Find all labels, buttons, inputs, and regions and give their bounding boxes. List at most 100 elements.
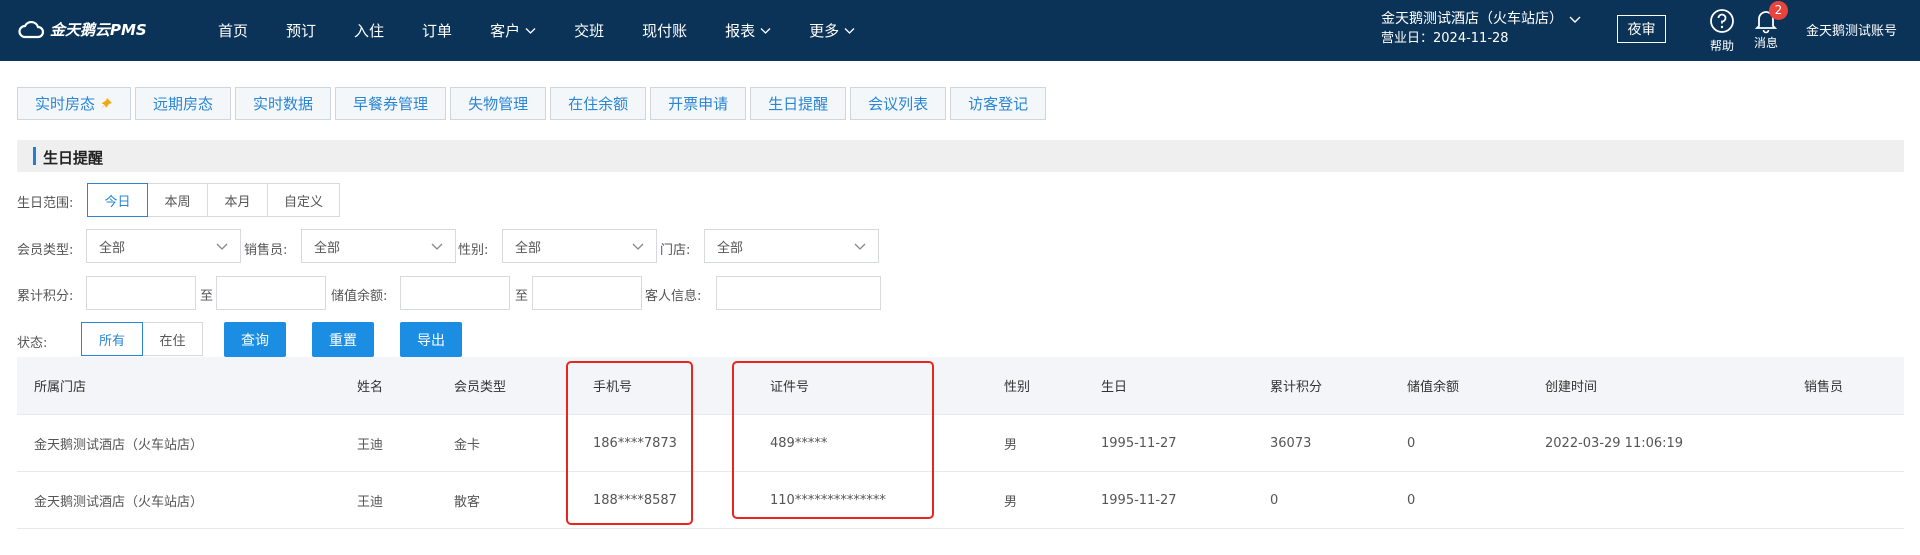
main-nav: 首页 预订 入住 订单 客户 交班 现付账 报表 更多 [218,0,893,61]
birthday-range-option[interactable]: 本月 [207,183,268,217]
hotel-switcher[interactable]: 金天鹅测试酒店（火车站店） 营业日：2024-11-28 [1381,10,1581,48]
nav-item-label: 现付账 [642,22,688,40]
chevron-down-icon [844,27,855,34]
column-header: 姓名 [357,380,384,395]
birthday-range-option[interactable]: 本周 [147,183,208,217]
birthday-range-option[interactable]: 今日 [87,183,148,217]
tab-item[interactable]: 会议列表 [850,87,947,120]
pin-icon[interactable] [99,97,113,111]
column-header: 性别 [1004,380,1031,395]
nav-item[interactable]: 更多 [809,20,855,41]
points-to-label: 至 [200,289,214,304]
tab-label: 会议列表 [868,95,929,113]
table-cell: 0 [1407,435,1416,451]
tab-label: 开票申请 [668,95,729,113]
gender-value: 全部 [515,240,542,256]
tab-item[interactable]: 生日提醒 [750,87,847,120]
store-select[interactable]: 全部 [704,229,879,263]
tab-item[interactable]: 实时数据 [235,87,332,120]
column-header: 会员类型 [454,380,507,395]
chevron-down-icon [1569,16,1581,23]
section-header: 生日提醒 [17,140,1904,172]
column-header: 生日 [1101,380,1128,395]
nav-item[interactable]: 现付账 [642,20,687,41]
tab-label: 实时数据 [253,95,314,113]
balance-min-input[interactable] [400,276,510,310]
salesperson-select[interactable]: 全部 [301,229,456,263]
table-row[interactable]: 金天鹅测试酒店（火车站店） 王迪 金卡 186****7873 489***** 男 199… [17,415,1904,472]
table-cell: 1995-11-27 [1101,492,1177,508]
cloud-logo-icon [18,20,44,38]
points-min-input[interactable] [86,276,196,310]
section-accent-bar [33,147,36,165]
messages-button[interactable]: 2 消息 [1746,1,1788,51]
store-label: 门店: [660,243,691,258]
section-title: 生日提醒 [43,149,104,167]
top-navbar: 金天鹅云PMS 首页 预订 入住 订单 客户 交班 现付账 报表 更多 金天鹅测试酒店（火车站店… [0,0,1920,61]
nav-item[interactable]: 入住 [354,20,384,41]
logo-text: 金天鹅云PMS [50,21,147,39]
balance-label: 储值余额: [331,289,388,304]
status-option[interactable]: 所有 [81,322,143,356]
tab-item[interactable]: 实时房态 [17,87,132,120]
table-cell: 王迪 [357,494,384,510]
gender-label: 性别: [458,243,489,258]
chevron-down-icon [854,243,866,250]
nav-item-label: 入住 [354,22,385,40]
birthday-table: 所属门店 姓名 会员类型 手机号 证件号 性别 生日 累计积分 储值余额 创建时间 销售员 金天鹅测… [17,357,1904,529]
status-selector: 所有 在住 [81,322,203,356]
export-button[interactable]: 导出 [400,322,462,357]
nav-item[interactable]: 交班 [574,20,604,41]
help-label: 帮助 [1709,39,1734,53]
query-button[interactable]: 查询 [224,322,286,357]
phone-column-highlight [566,361,693,525]
birthday-range-label: 生日范围: [17,196,74,211]
table-cell: 男 [1004,494,1018,510]
account-menu[interactable]: 金天鹅测试账号 [1806,20,1897,39]
chevron-down-icon [431,243,443,250]
tab-item[interactable]: 失物管理 [450,87,547,120]
tab-item[interactable]: 早餐券管理 [335,87,447,120]
tab-label: 生日提醒 [768,95,829,113]
tab-item[interactable]: 访客登记 [950,87,1047,120]
balance-max-input[interactable] [532,276,642,310]
status-option[interactable]: 在住 [142,322,203,356]
table-cell: 王迪 [357,437,384,453]
chevron-down-icon [760,27,771,34]
table-cell: 男 [1004,437,1018,453]
birthday-range-option[interactable]: 自定义 [267,183,340,217]
tab-item[interactable]: 开票申请 [650,87,747,120]
table-cell: 36073 [1270,435,1312,451]
nav-item[interactable]: 报表 [725,20,771,41]
column-header: 累计积分 [1270,380,1323,395]
help-button[interactable]: 帮助 [1702,8,1742,54]
quick-tabs: 实时房态 远期房态 实时数据 早餐券管理 失物管理 在住余额 开票申请 生日提醒 会议列表 访客登… [17,87,1050,120]
nav-item-label: 首页 [218,22,249,40]
nav-item[interactable]: 预订 [286,20,316,41]
nav-item[interactable]: 订单 [422,20,452,41]
salesperson-label: 销售员: [244,243,288,258]
chevron-down-icon [525,27,536,34]
tab-label: 在住余额 [568,95,629,113]
gender-select[interactable]: 全部 [502,229,657,263]
tab-label: 访客登记 [968,95,1029,113]
member-type-select[interactable]: 全部 [86,229,241,263]
nav-item[interactable]: 首页 [218,20,248,41]
points-max-input[interactable] [216,276,326,310]
tab-label: 远期房态 [153,95,214,113]
salesperson-value: 全部 [314,240,341,256]
table-row[interactable]: 金天鹅测试酒店（火车站店） 王迪 散客 188****8587 110*********… [17,472,1904,529]
guest-info-input[interactable] [716,276,881,310]
nav-item-label: 更多 [809,22,840,40]
message-count-badge: 2 [1769,1,1788,20]
guest-info-label: 客人信息: [645,289,702,304]
reset-button[interactable]: 重置 [312,322,374,357]
logo[interactable]: 金天鹅云PMS [18,19,147,40]
night-audit-button[interactable]: 夜审 [1617,15,1666,43]
chevron-down-icon [216,243,228,250]
tab-item[interactable]: 远期房态 [135,87,232,120]
nav-item[interactable]: 客户 [490,20,536,41]
tab-item[interactable]: 在住余额 [550,87,647,120]
table-cell: 金卡 [454,437,481,453]
nav-item-label: 报表 [725,22,756,40]
